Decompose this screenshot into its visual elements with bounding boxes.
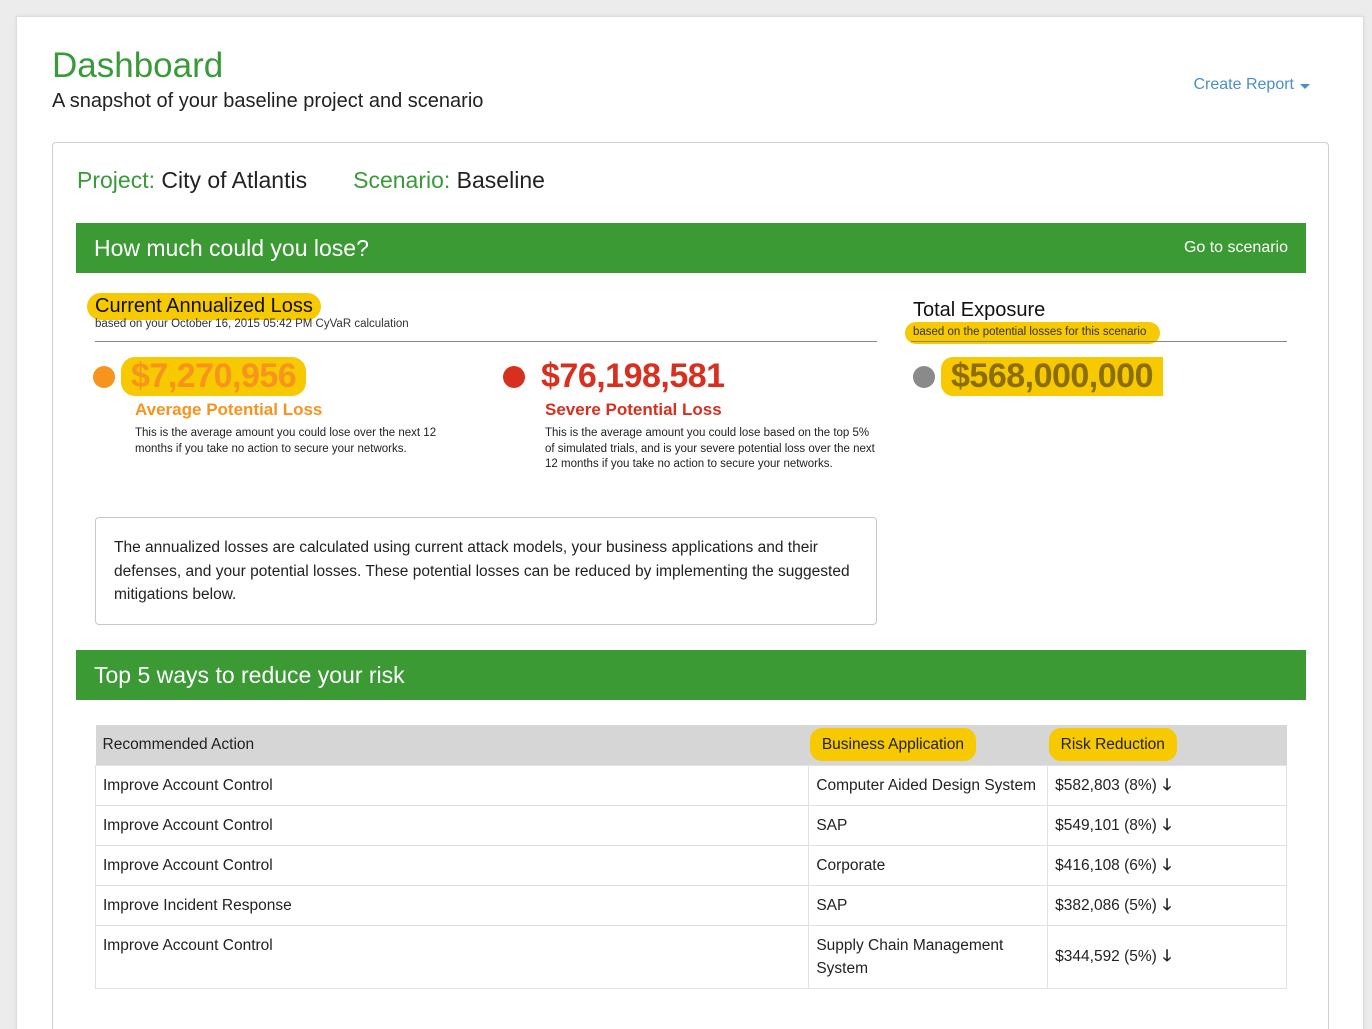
exposure-title: Total Exposure <box>913 299 1046 321</box>
column-header-reduction[interactable]: Risk Reduction <box>1047 725 1287 765</box>
action-cell: Improve Account Control <box>94 764 810 806</box>
scenario-label: Scenario: <box>353 167 451 193</box>
orange-dot-icon <box>93 365 115 388</box>
risk-section-bar: Top 5 ways to reduce your risk <box>76 650 1306 700</box>
table-row[interactable]: Improve Account Control Computer Aided D… <box>94 764 1287 806</box>
loss-explanation-note: The annualized losses are calculated usi… <box>95 517 877 625</box>
application-cell: SAP <box>808 804 1049 846</box>
table-row[interactable]: Improve Account Control Corporate $416,1… <box>94 844 1287 886</box>
loss-section-title: How much could you lose? <box>94 234 369 261</box>
table-row[interactable]: Improve Account Control Supply Chain Man… <box>94 924 1287 989</box>
current-loss-subtitle: based on your October 16, 2015 05:42 PM … <box>95 318 409 330</box>
arrow-down-icon: 🡓 <box>1162 948 1172 965</box>
application-cell: Computer Aided Design System <box>808 764 1049 806</box>
caret-down-icon[interactable] <box>1300 83 1310 89</box>
go-to-scenario-link[interactable]: Go to scenario <box>1184 239 1288 257</box>
exposure-amount: $568,000,000 <box>941 357 1163 396</box>
action-cell: Improve Account Control <box>94 924 810 989</box>
table-row[interactable]: Improve Account Control SAP $549,101 (8%… <box>94 804 1287 846</box>
risk-section-title: Top 5 ways to reduce your risk <box>94 661 405 688</box>
column-header-action[interactable]: Recommended Action <box>95 725 809 765</box>
project-label: Project: <box>77 167 155 193</box>
exposure-heading: Total Exposure based on the potential lo… <box>905 297 1161 344</box>
exposure-metric: $568,000,000 <box>913 357 1293 396</box>
reduction-cell: $382,086 (5%) 🡓 <box>1047 884 1287 926</box>
reduction-cell: $416,108 (6%) 🡓 <box>1047 844 1287 886</box>
application-cell: SAP <box>808 884 1049 926</box>
severe-loss-description: This is the average amount you could los… <box>545 427 875 470</box>
table-header-row: Recommended Action Business Application … <box>95 725 1287 765</box>
arrow-down-icon: 🡓 <box>1162 776 1172 794</box>
scenario-value: Baseline <box>456 167 545 193</box>
current-loss-heading: Current Annualized Loss based on your Oc… <box>87 293 409 330</box>
red-dot-icon <box>503 365 525 388</box>
arrow-down-icon: 🡓 <box>1162 856 1172 874</box>
table-row[interactable]: Improve Incident Response SAP $382,086 (… <box>94 884 1287 926</box>
dashboard-panel: Project: City of Atlantis Scenario: Base… <box>52 142 1329 1029</box>
reduction-cell: $549,101 (8%) 🡓 <box>1047 804 1287 846</box>
project-value: City of Atlantis <box>161 167 308 193</box>
arrow-down-icon: 🡓 <box>1162 816 1172 834</box>
exposure-divider <box>911 341 1287 342</box>
average-loss-amount: $7,270,956 <box>121 357 307 396</box>
severe-loss-metric: $76,198,581 Severe Potential Loss This i… <box>503 357 903 473</box>
project-meta: Project: City of Atlantis Scenario: Base… <box>77 167 545 194</box>
column-header-application[interactable]: Business Application <box>808 725 1048 765</box>
current-loss-title: Current Annualized Loss <box>87 293 321 320</box>
average-loss-description: This is the average amount you could los… <box>135 427 437 455</box>
severe-loss-label: Severe Potential Loss <box>545 400 722 419</box>
average-loss-label: Average Potential Loss <box>135 400 323 419</box>
current-loss-divider <box>95 341 877 342</box>
application-cell: Corporate <box>808 844 1049 886</box>
reduction-cell: $344,592 (5%) 🡓 <box>1047 924 1287 989</box>
action-cell: Improve Incident Response <box>94 884 810 926</box>
severe-loss-amount: $76,198,581 <box>541 357 725 395</box>
loss-section-bar: How much could you lose? Go to scenario <box>76 223 1306 273</box>
reduction-cell: $582,803 (8%) 🡓 <box>1047 764 1287 806</box>
page-title: Dashboard <box>52 46 224 85</box>
gray-dot-icon <box>913 365 935 388</box>
arrow-down-icon: 🡓 <box>1162 896 1172 914</box>
scenario-info: Scenario: Baseline <box>353 167 545 194</box>
create-report-dropdown[interactable]: Create Report <box>1194 76 1310 94</box>
application-cell: Supply Chain Management System <box>808 924 1049 989</box>
average-loss-metric: $7,270,956 Average Potential Loss This i… <box>93 357 493 457</box>
page-subtitle: A snapshot of your baseline project and … <box>52 90 484 112</box>
action-cell: Improve Account Control <box>94 844 810 886</box>
risk-reduction-table: Recommended Action Business Application … <box>94 725 1287 989</box>
create-report-label[interactable]: Create Report <box>1194 76 1295 94</box>
project-info: Project: City of Atlantis <box>77 167 307 194</box>
action-cell: Improve Account Control <box>94 804 810 846</box>
